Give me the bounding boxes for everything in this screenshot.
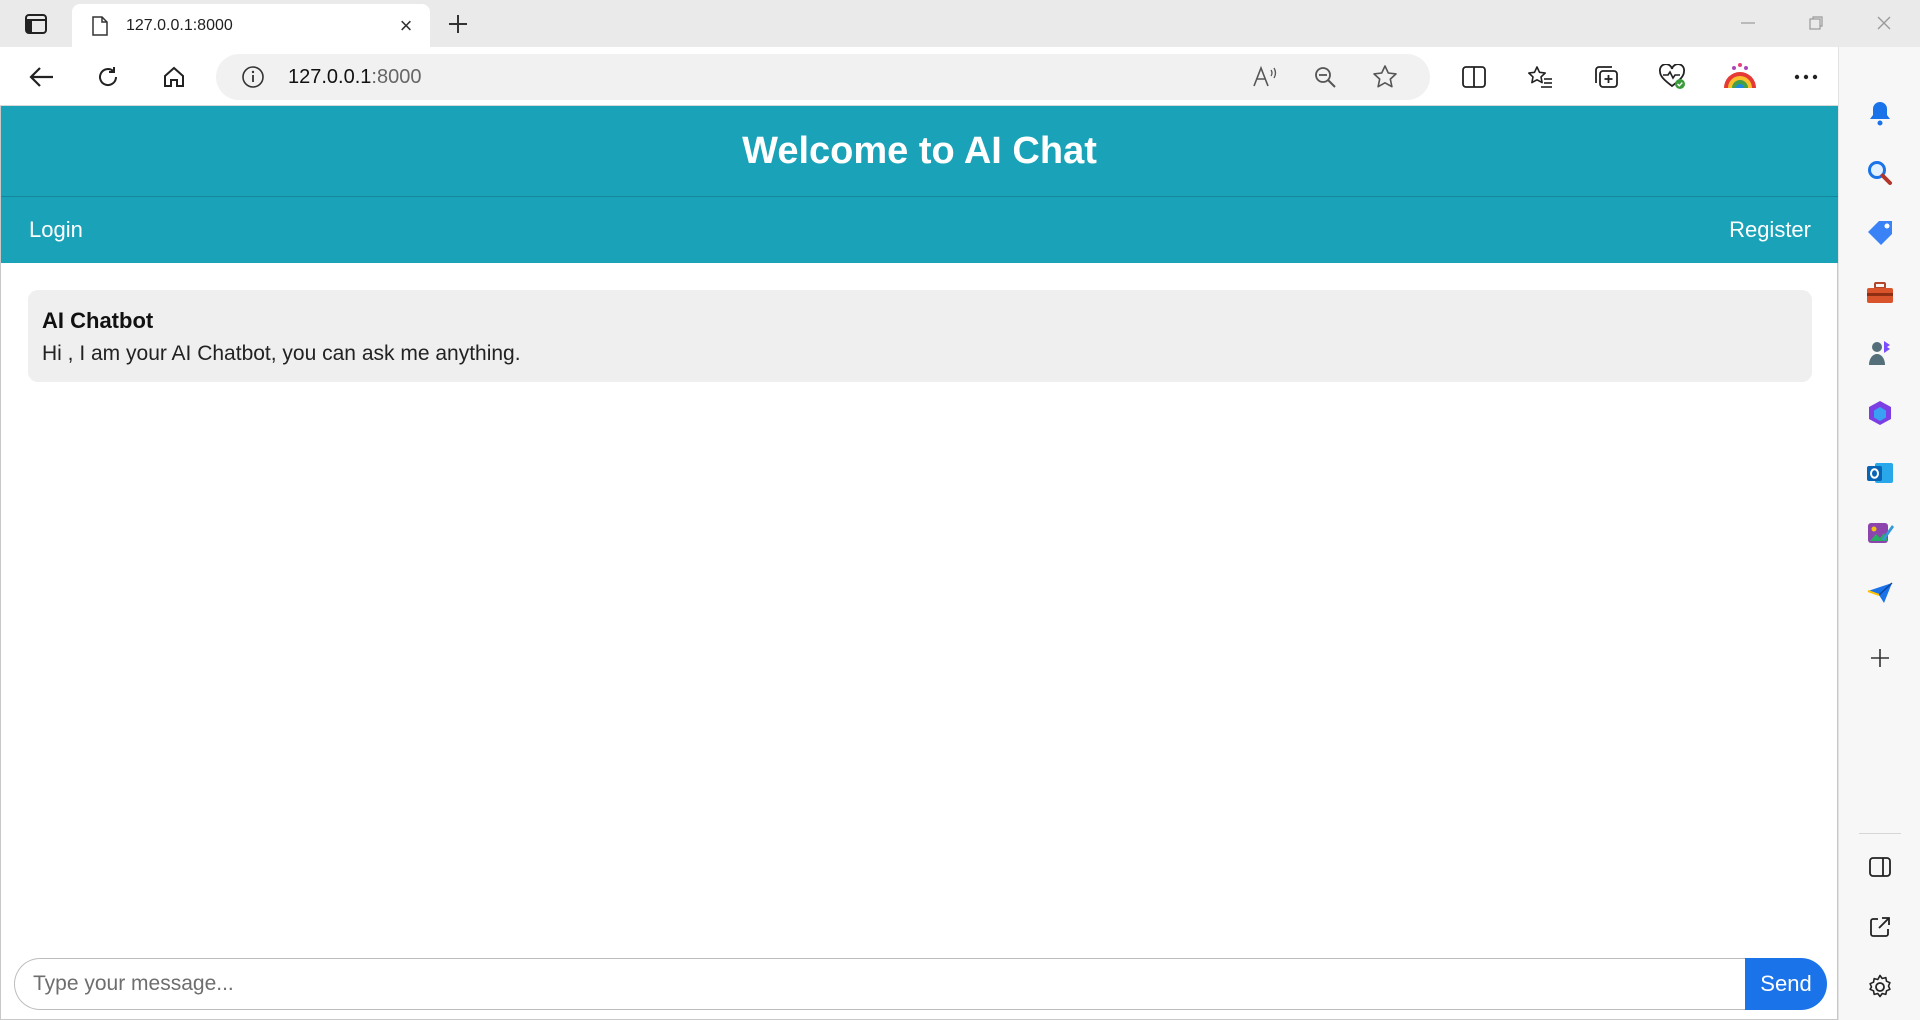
register-link[interactable]: Register	[1729, 217, 1811, 243]
url-port: :8000	[371, 65, 422, 88]
tab-strip: 127.0.0.1:8000 ×	[0, 0, 1920, 47]
browser-tab[interactable]: 127.0.0.1:8000 ×	[72, 4, 430, 47]
page-title: Welcome to AI Chat	[742, 129, 1097, 172]
sidebar-separator	[1859, 833, 1901, 834]
close-tab-icon[interactable]: ×	[392, 12, 420, 40]
star-icon[interactable]	[1370, 62, 1400, 92]
settings-icon[interactable]	[1864, 971, 1896, 1003]
header: Welcome to AI Chat	[1, 106, 1838, 197]
toolbox-icon[interactable]	[1864, 277, 1896, 309]
restore-icon[interactable]	[1788, 8, 1844, 38]
page-icon	[90, 15, 110, 37]
chat-message: AI Chatbot Hi , I am your AI Chatbot, yo…	[28, 290, 1812, 382]
more-icon[interactable]	[1786, 57, 1826, 97]
message-sender: AI Chatbot	[42, 308, 154, 333]
message-composer: Send	[14, 958, 1827, 1010]
new-tab-button[interactable]	[440, 8, 476, 40]
tab-title: 127.0.0.1:8000	[126, 16, 233, 34]
tag-icon[interactable]	[1864, 217, 1896, 249]
refresh-icon[interactable]	[88, 57, 128, 97]
page-viewport: Welcome to AI Chat Login Register AI Cha…	[0, 106, 1838, 1020]
games-icon[interactable]	[1864, 337, 1896, 369]
sidebar-toggle-icon[interactable]	[1864, 851, 1896, 883]
split-screen-icon[interactable]	[1454, 57, 1494, 97]
browser-toolbar: 127.0.0.1:8000	[0, 47, 1920, 106]
search-icon[interactable]	[1864, 157, 1896, 189]
send-icon[interactable]	[1864, 577, 1896, 609]
home-icon[interactable]	[154, 57, 194, 97]
browser-essentials-icon[interactable]	[1652, 57, 1692, 97]
login-link[interactable]: Login	[29, 217, 83, 243]
office-icon[interactable]	[1864, 397, 1896, 429]
address-bar[interactable]: 127.0.0.1:8000	[216, 54, 1430, 100]
url-host: 127.0.0.1	[288, 65, 372, 88]
outlook-icon[interactable]	[1864, 457, 1896, 489]
collections-icon[interactable]	[1586, 57, 1626, 97]
nav-bar: Login Register	[1, 197, 1838, 263]
close-window-icon[interactable]	[1856, 8, 1912, 38]
extension-icon[interactable]	[1720, 57, 1760, 97]
external-link-icon[interactable]	[1864, 911, 1896, 943]
back-arrow-icon[interactable]	[22, 57, 62, 97]
edge-sidebar	[1838, 47, 1920, 1020]
url-text[interactable]: 127.0.0.1:8000	[288, 66, 1250, 89]
send-button[interactable]: Send	[1745, 958, 1827, 1010]
info-icon[interactable]	[240, 64, 266, 90]
message-input[interactable]	[14, 958, 1745, 1010]
bell-icon[interactable]	[1864, 97, 1896, 129]
favorites-icon[interactable]	[1520, 57, 1560, 97]
minimize-icon[interactable]	[1720, 8, 1776, 38]
read-aloud-icon[interactable]	[1250, 62, 1280, 92]
message-text: Hi , I am your AI Chatbot, you can ask m…	[42, 342, 521, 365]
tab-actions-icon[interactable]	[14, 11, 58, 37]
add-icon[interactable]	[1864, 642, 1896, 674]
designer-icon[interactable]	[1864, 517, 1896, 549]
zoom-out-icon[interactable]	[1310, 62, 1340, 92]
